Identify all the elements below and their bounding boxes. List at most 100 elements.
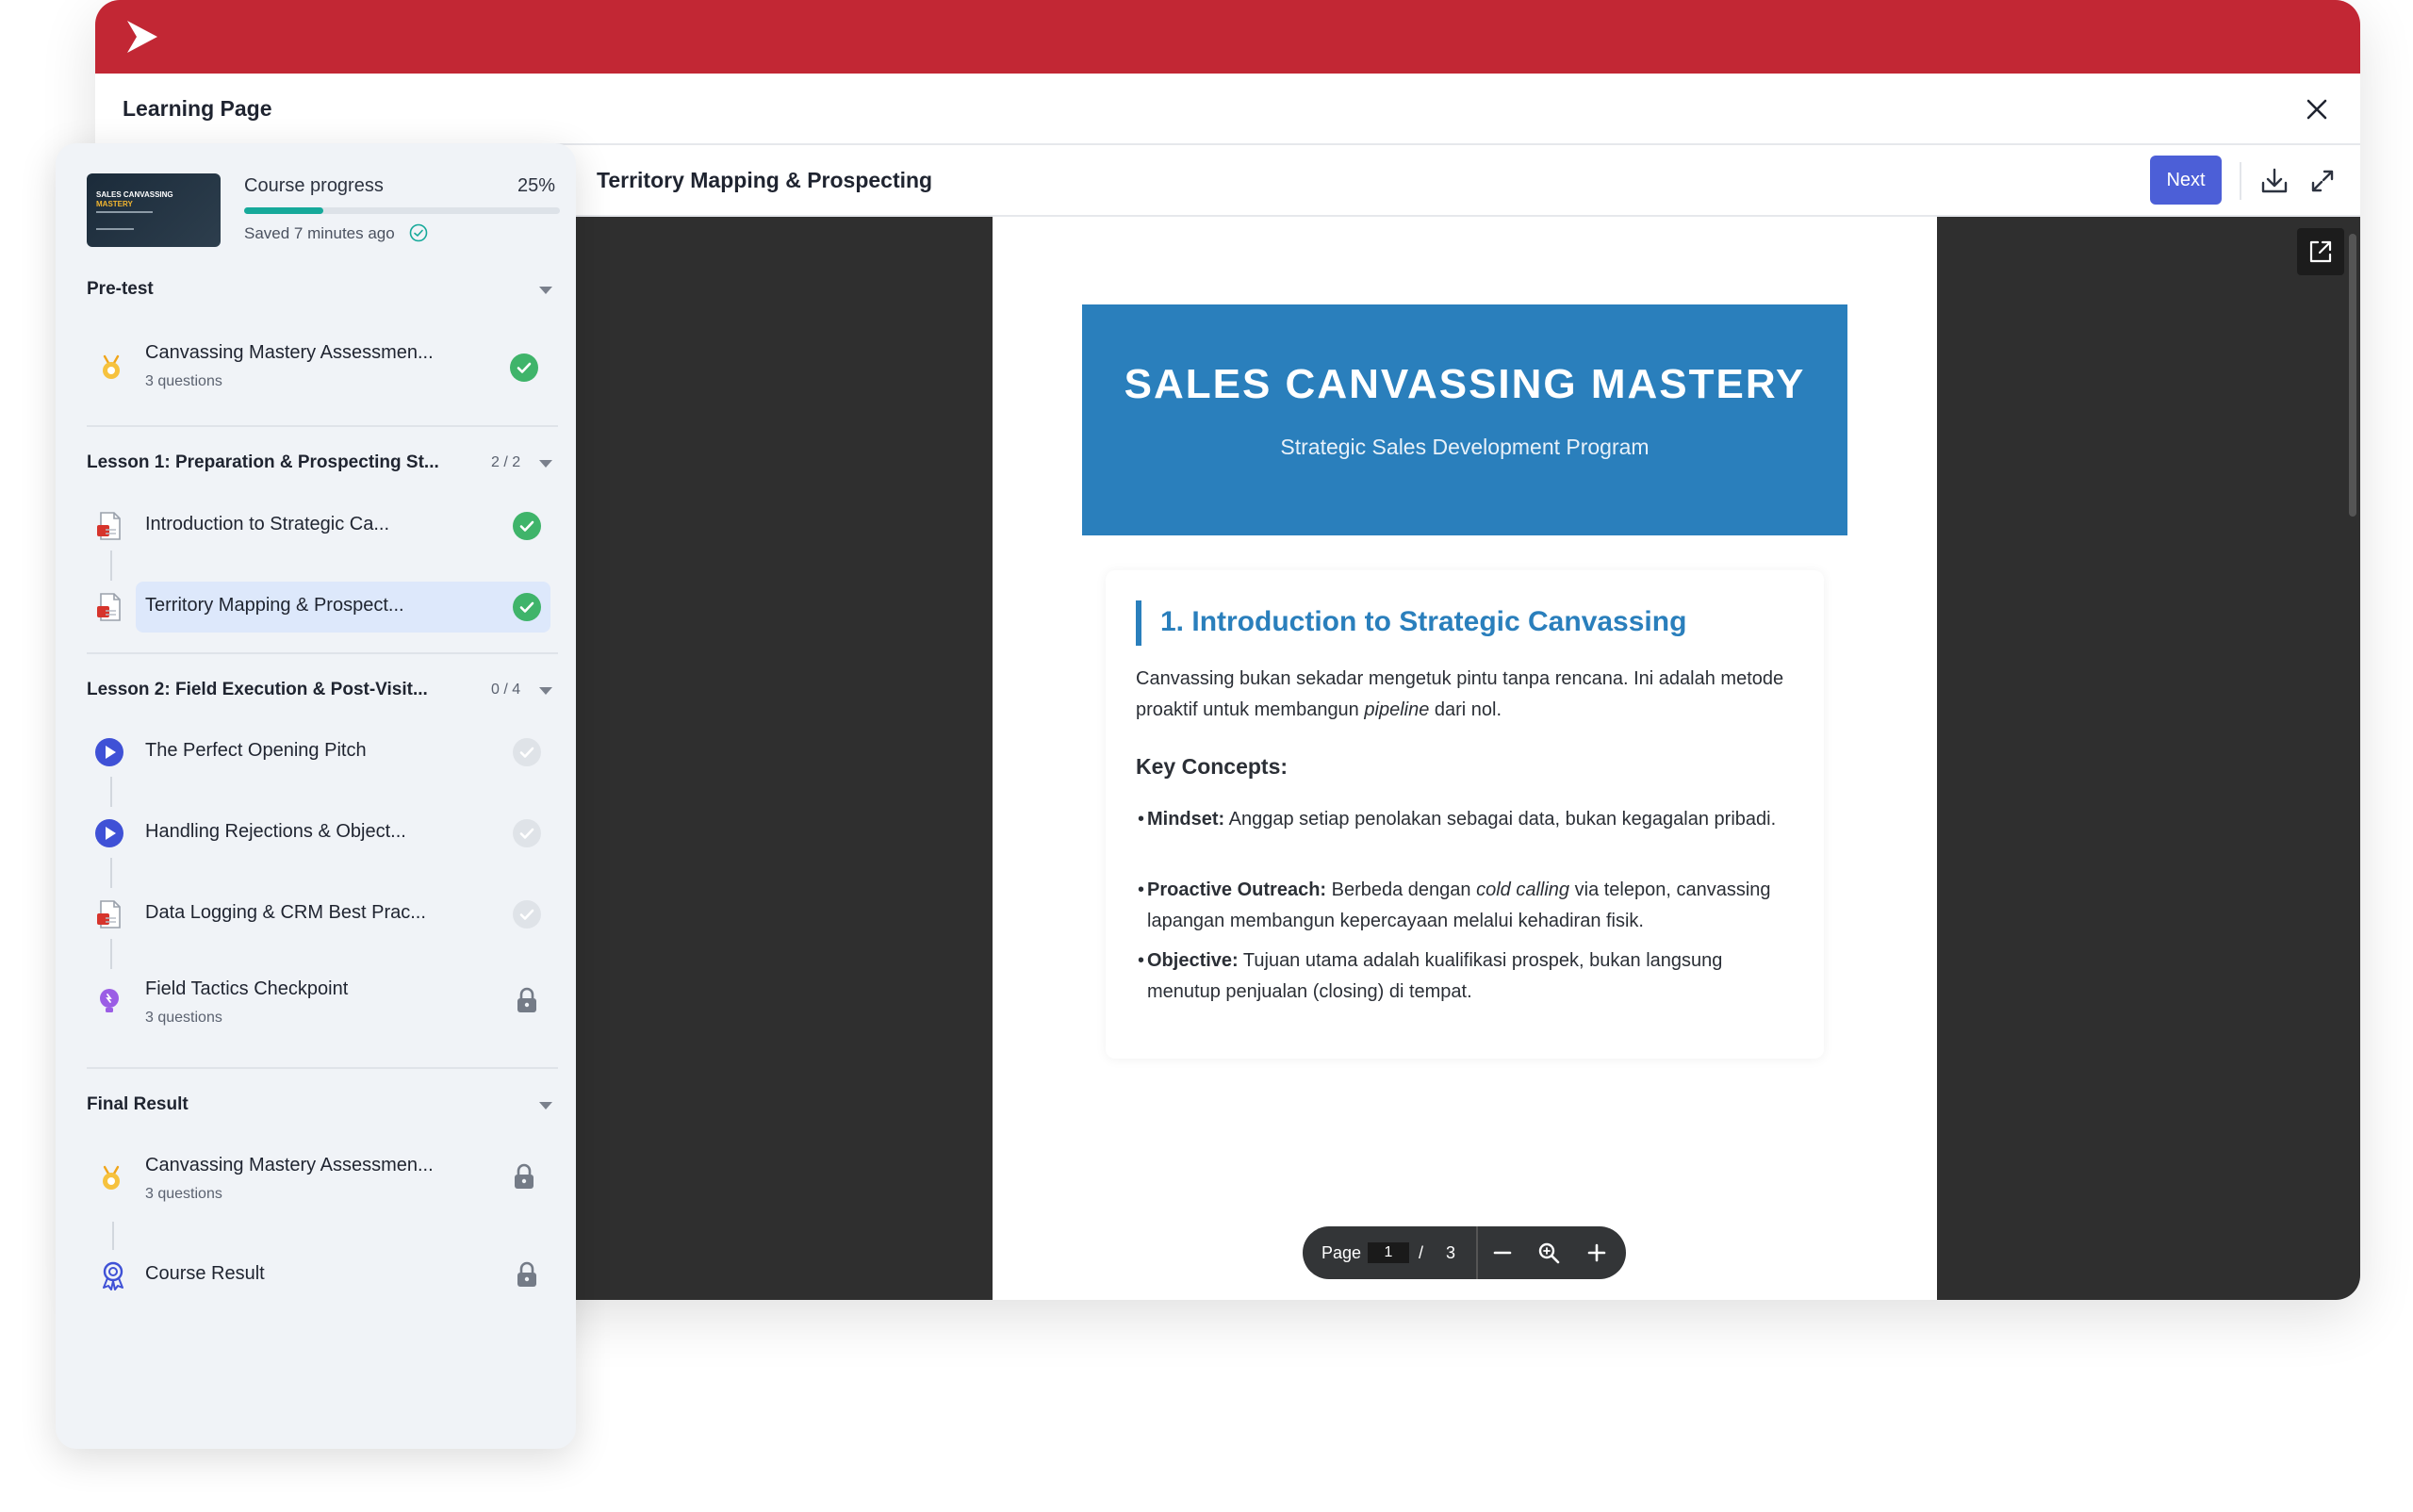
next-button[interactable]: Next — [2150, 156, 2222, 205]
bullet-item: • Proactive Outreach: Berbeda dengan cold… — [1138, 879, 1771, 931]
brand-logo-icon[interactable] — [120, 15, 163, 58]
document-page: SALES CANVASSING MASTERY Strategic Sales… — [993, 217, 1937, 1300]
section-divider — [87, 425, 558, 427]
completed-check-icon — [513, 512, 541, 540]
sidebar-item-territory-mapping[interactable]: Territory Mapping & Prospect... — [136, 582, 550, 633]
sidebar-item-field-tactics[interactable]: Field Tactics Checkpoint 3 questions — [136, 970, 550, 1032]
key-concepts-heading: Key Concepts: — [1136, 754, 1289, 779]
bullet-term: Mindset: — [1147, 809, 1225, 830]
viewer-scrollbar[interactable] — [2349, 234, 2356, 517]
thumbnail-subtitle: MASTERY — [96, 200, 133, 208]
item-sub: 3 questions — [145, 1186, 222, 1202]
open-external-button[interactable] — [2297, 228, 2344, 275]
pager-divider — [1476, 1226, 1478, 1279]
chevron-down-icon[interactable] — [539, 687, 552, 695]
page-separator: / — [1419, 1243, 1424, 1262]
bullet-text: Berbeda dengan — [1326, 879, 1477, 900]
header-divider — [2240, 162, 2241, 200]
section-divider — [87, 652, 558, 654]
item-label: Handling Rejections & Object... — [145, 821, 406, 842]
progress-label: Course progress — [244, 175, 384, 196]
incomplete-check-icon — [513, 819, 541, 847]
section-title-lesson-1: Lesson 1: Preparation & Prospecting St..… — [87, 452, 439, 472]
section-title-pretest: Pre-test — [87, 279, 154, 299]
pdf-file-icon — [97, 593, 121, 621]
item-label: Canvassing Mastery Assessmen... — [145, 342, 434, 363]
chevron-down-icon[interactable] — [539, 1102, 552, 1109]
document-title: Territory Mapping & Prospecting — [597, 168, 933, 192]
connector-line — [110, 777, 112, 807]
item-sub: 3 questions — [145, 373, 222, 389]
fullscreen-icon[interactable] — [2304, 162, 2341, 200]
sidebar-item-pretest-assessment[interactable]: Canvassing Mastery Assessmen... 3 questi… — [136, 335, 550, 397]
item-label: Introduction to Strategic Ca... — [145, 514, 390, 534]
incomplete-check-icon — [513, 738, 541, 766]
page-number-input[interactable] — [1368, 1242, 1409, 1263]
connector-line — [110, 939, 112, 969]
quiz-badge-icon — [103, 354, 120, 379]
pdf-file-icon — [97, 900, 121, 929]
sidebar-item-handling-rejections[interactable]: Handling Rejections & Object... — [136, 808, 550, 859]
page-title: Learning Page — [123, 96, 272, 121]
item-label: Data Logging & CRM Best Prac... — [145, 902, 426, 923]
item-label: Territory Mapping & Prospect... — [145, 595, 404, 616]
hero-title: SALES CANVASSING MASTERY — [1124, 361, 1806, 407]
quiz-badge-icon — [103, 1165, 120, 1190]
page-total: 3 — [1446, 1243, 1456, 1262]
sidebar-item-data-logging[interactable]: Data Logging & CRM Best Prac... — [136, 889, 550, 940]
bullet-term: Objective: — [1147, 950, 1239, 971]
item-label: The Perfect Opening Pitch — [145, 740, 367, 761]
sidebar-item-opening-pitch[interactable]: The Perfect Opening Pitch — [136, 727, 550, 778]
pdf-file-icon — [97, 512, 121, 540]
item-label: Course Result — [145, 1263, 265, 1284]
video-play-icon — [95, 738, 123, 766]
bullet-item: • Mindset: Anggap setiap penolakan sebaga… — [1138, 809, 1777, 830]
item-sub: 3 questions — [145, 1010, 222, 1026]
bullet-emphasis: cold calling — [1476, 879, 1570, 900]
zoom-in-icon[interactable] — [1584, 1240, 1610, 1266]
lock-icon — [517, 1261, 536, 1287]
sidebar-item-final-assessment[interactable]: Canvassing Mastery Assessmen... 3 questi… — [136, 1146, 550, 1208]
download-icon[interactable] — [2256, 162, 2293, 200]
progress-bar — [244, 207, 560, 214]
close-icon[interactable] — [2298, 90, 2336, 128]
brand-bar — [95, 0, 2360, 74]
video-play-icon — [95, 819, 123, 847]
title-bar: Learning Page — [95, 74, 2360, 145]
intro-text-end: dari nol. — [1429, 699, 1502, 720]
checkpoint-bulb-icon — [100, 989, 119, 1012]
intro-emphasis: pipeline — [1364, 699, 1430, 720]
incomplete-check-icon — [513, 900, 541, 929]
progress-percent: 25% — [517, 175, 556, 196]
zoom-out-icon[interactable] — [1489, 1240, 1516, 1266]
page-label: Page — [1321, 1243, 1362, 1262]
open-external-icon — [2309, 240, 2332, 263]
sidebar-item-course-result[interactable]: Course Result — [136, 1250, 550, 1301]
thumbnail-line — [96, 228, 134, 230]
lock-icon — [515, 1163, 533, 1189]
section-title-final-result: Final Result — [87, 1094, 189, 1114]
connector-line — [112, 1222, 114, 1250]
course-sidebar: SALES CANVASSING MASTERY Course progress… — [56, 143, 576, 1449]
chevron-down-icon[interactable] — [539, 460, 552, 468]
stage: Learning Page Territory Mapping & Prospe… — [0, 0, 2413, 1512]
completed-check-icon — [510, 353, 538, 382]
intro-paragraph: Canvassing bukan sekadar mengetuk pintu … — [1136, 664, 1800, 726]
bullet-text: Anggap setiap penolakan sebagai data, bu… — [1224, 809, 1777, 830]
award-ribbon-icon — [103, 1261, 123, 1290]
thumbnail-line — [96, 211, 153, 213]
chevron-down-icon[interactable] — [539, 287, 552, 294]
saved-check-icon — [409, 223, 428, 242]
section-heading: 1. Introduction to Strategic Canvassing — [1160, 606, 1687, 637]
item-label: Field Tactics Checkpoint — [145, 978, 349, 999]
section-count: 2 / 2 — [491, 454, 521, 470]
zoom-magnifier-icon[interactable] — [1535, 1240, 1562, 1266]
page-toolbar: Page / 3 — [1303, 1226, 1626, 1279]
connector-line — [110, 551, 112, 581]
lock-icon — [517, 987, 536, 1012]
bullet-term: Proactive Outreach: — [1147, 879, 1327, 900]
hero-subtitle: Strategic Sales Development Program — [1280, 435, 1650, 459]
sidebar-item-intro-strategic[interactable]: Introduction to Strategic Ca... — [136, 501, 550, 551]
hero-banner: SALES CANVASSING MASTERY Strategic Sales… — [1082, 304, 1847, 535]
course-thumbnail: SALES CANVASSING MASTERY — [87, 173, 221, 247]
